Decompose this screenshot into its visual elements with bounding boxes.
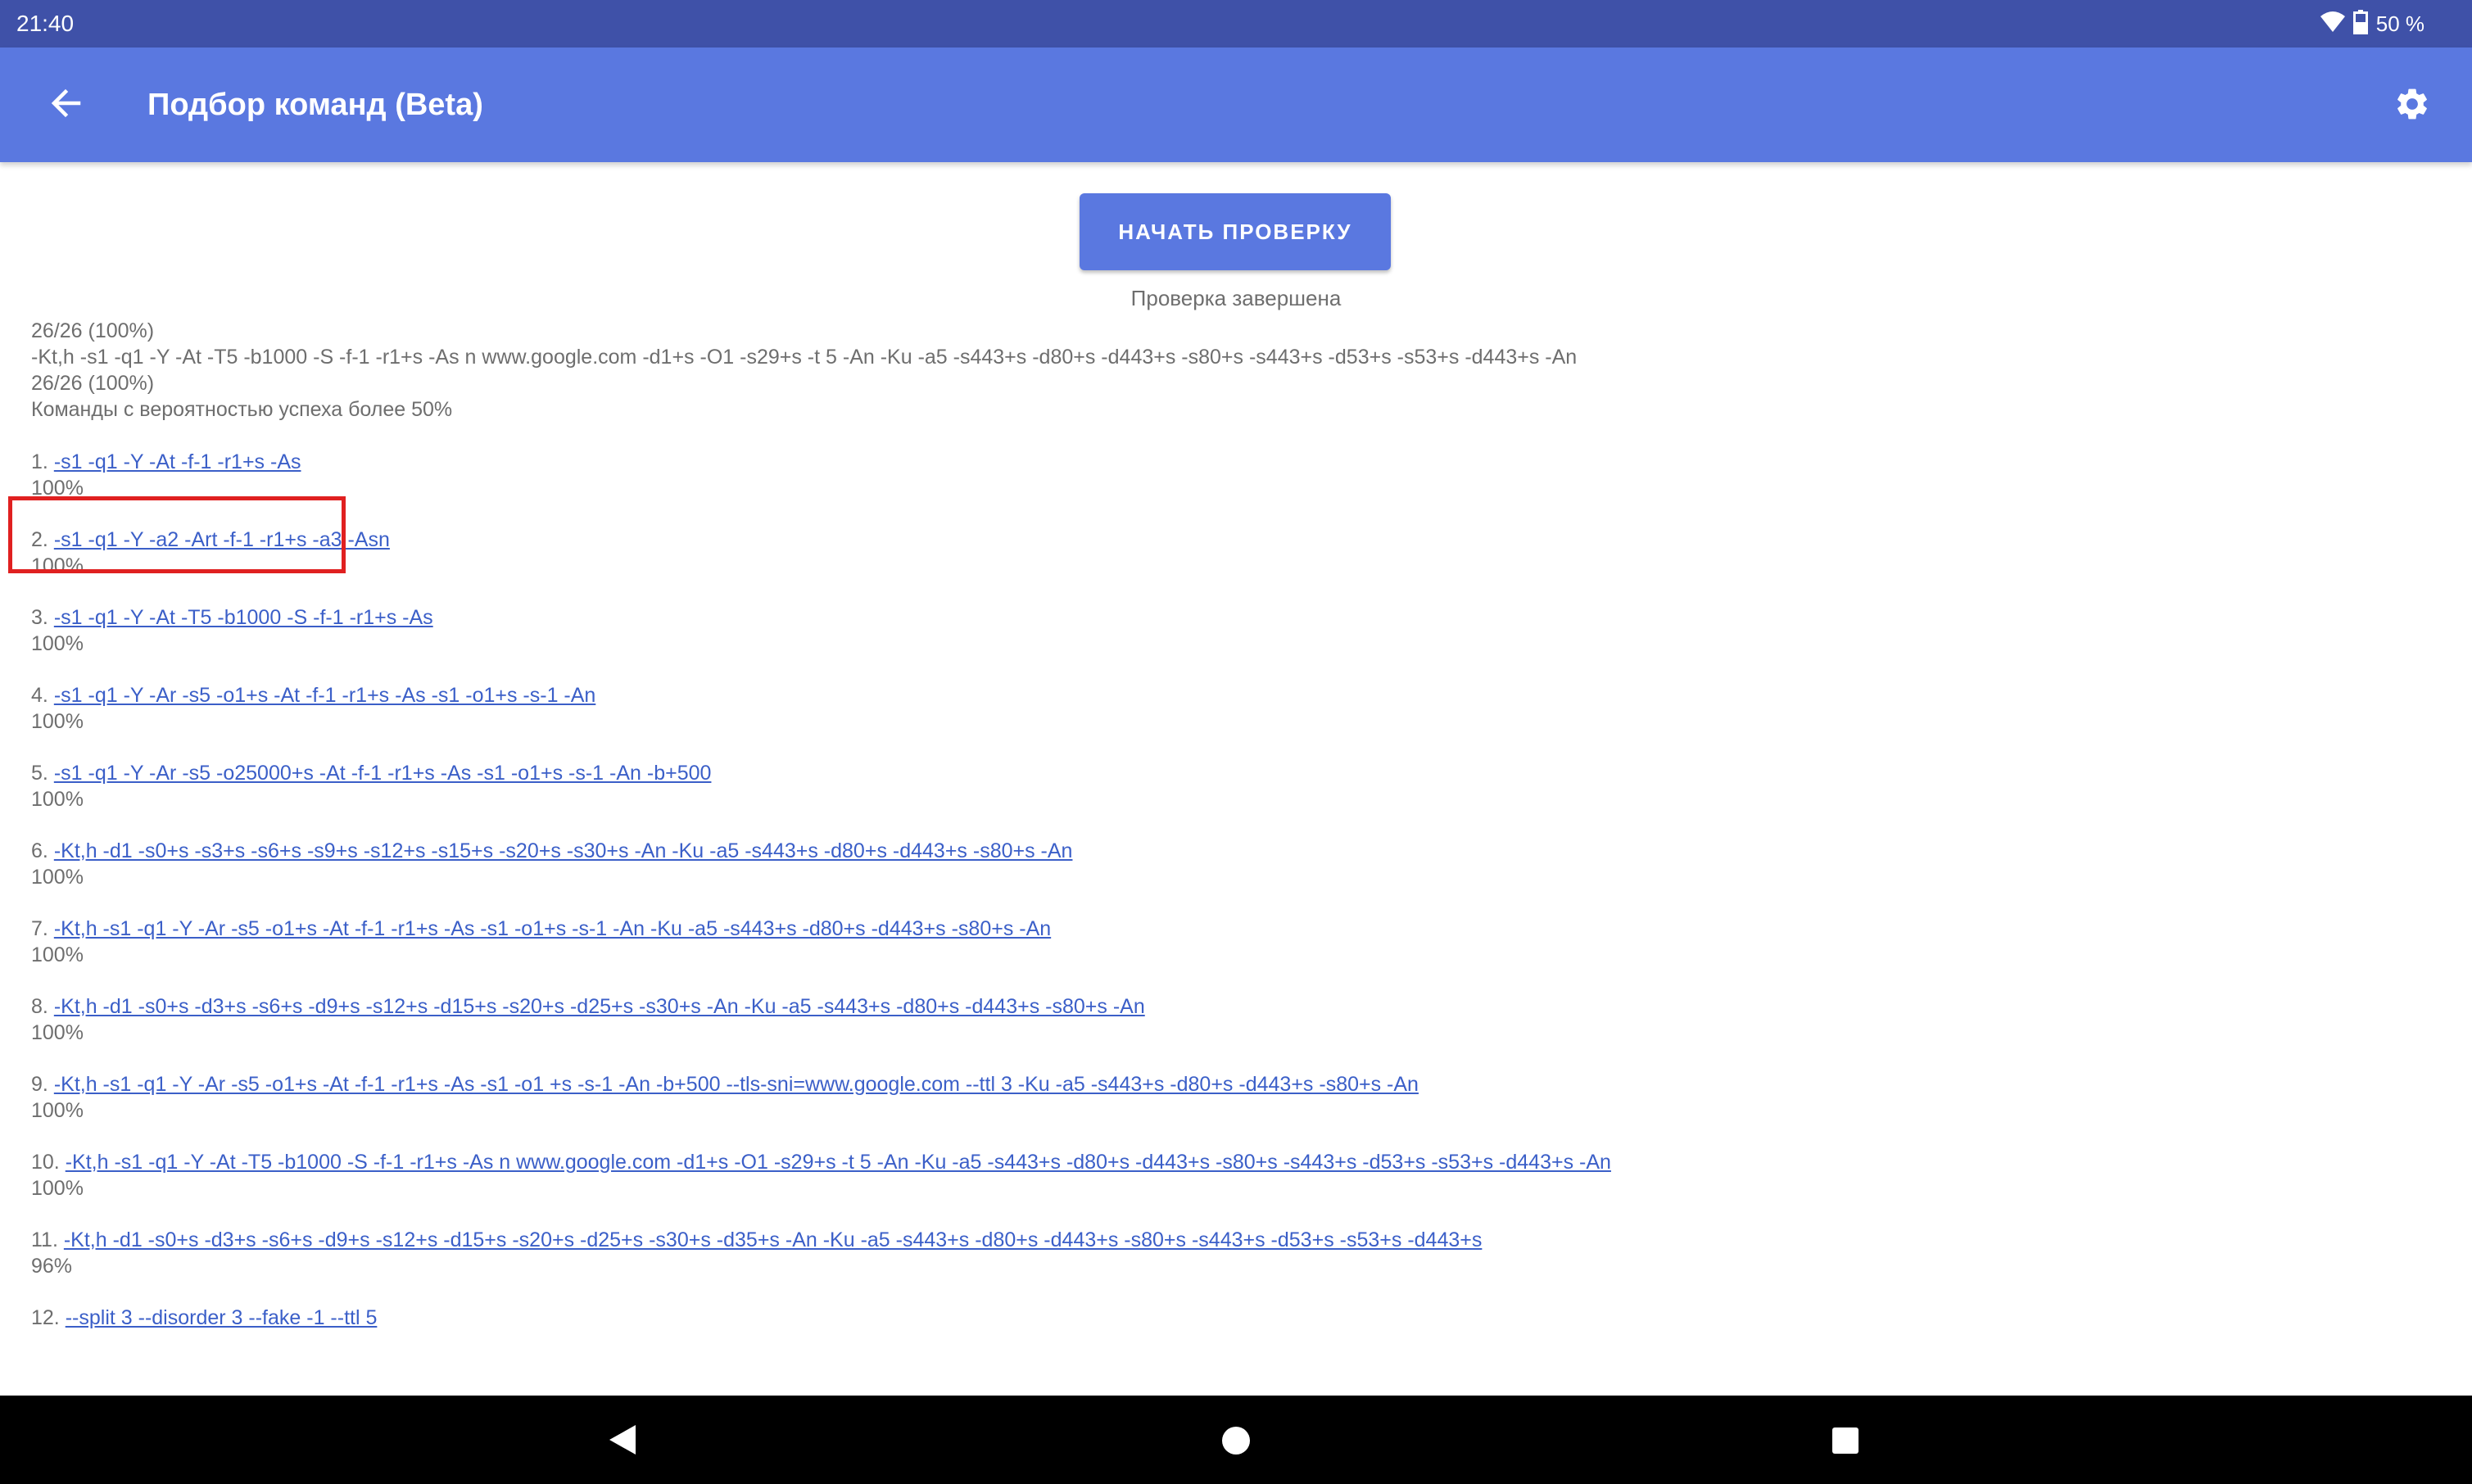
page-title: Подбор команд (Beta) [147,88,483,122]
command-line: 4. -s1 -q1 -Y -Ar -s5 -o1+s -At -f-1 -r1… [31,682,2439,708]
command-list-item: 12. --split 3 --disorder 3 --fake -1 --t… [31,1305,2439,1331]
wifi-icon [2320,11,2345,36]
command-line: 3. -s1 -q1 -Y -At -T5 -b1000 -S -f-1 -r1… [31,604,2439,631]
command-line: 11. -Kt,h -d1 -s0+s -d3+s -s6+s -d9+s -s… [31,1227,2439,1253]
command-list-item: 9. -Kt,h -s1 -q1 -Y -Ar -s5 -o1+s -At -f… [31,1071,2439,1124]
command-number: 5. [31,762,48,785]
command-link[interactable]: -s1 -q1 -Y -Ar -s5 -o1+s -At -f-1 -r1+s … [54,684,596,707]
command-number: 9. [31,1073,48,1096]
command-number: 4. [31,684,48,707]
command-link[interactable]: -s1 -q1 -Y -At -T5 -b1000 -S -f-1 -r1+s … [54,606,433,629]
command-line: 2. -s1 -q1 -Y -a2 -Art -f-1 -r1+s -a3 -A… [31,527,2439,553]
command-link[interactable]: -s1 -q1 -Y -At -f-1 -r1+s -As [54,450,301,473]
command-line: 7. -Kt,h -s1 -q1 -Y -Ar -s5 -o1+s -At -f… [31,916,2439,942]
command-number: 8. [31,995,48,1018]
navigation-bar [0,1396,2472,1484]
status-icons: 50 % [2320,8,2424,39]
command-line: 8. -Kt,h -d1 -s0+s -d3+s -s6+s -d9+s -s1… [31,993,2439,1020]
best-command-text: -Kt,h -s1 -q1 -Y -At -T5 -b1000 -S -f-1 … [31,346,1578,369]
command-link[interactable]: -s1 -q1 -Y -Ar -s5 -o25000+s -At -f-1 -r… [54,762,712,785]
results-subtitle: Команды с вероятностью успеха более 50% [31,398,453,421]
status-bar: 21:40 50 % [0,0,2472,48]
app-bar: Подбор команд (Beta) [0,48,2472,162]
best-command-progress: 26/26 (100%) [31,372,155,395]
command-number: 10. [31,1151,60,1174]
overall-progress: 26/26 (100%) [31,319,155,342]
command-success-rate: 100% [31,1099,84,1122]
command-list: 1. -s1 -q1 -Y -At -f-1 -r1+s -As 100% 2. -… [31,449,2439,1331]
command-list-item: 10. -Kt,h -s1 -q1 -Y -At -T5 -b1000 -S -… [31,1149,2439,1201]
battery-percentage: 50 % [2375,11,2424,36]
check-status-text: Проверка завершена [1130,286,1342,310]
command-list-item: 3. -s1 -q1 -Y -At -T5 -b1000 -S -f-1 -r1… [31,604,2439,657]
command-success-rate: 100% [31,554,84,577]
highlight-box [8,496,346,573]
command-line: 6. -Kt,h -d1 -s0+s -s3+s -s6+s -s9+s -s1… [31,838,2439,864]
command-success-rate: 100% [31,710,84,733]
nav-home-icon[interactable] [1222,1427,1250,1455]
command-link[interactable]: -Kt,h -d1 -s0+s -d3+s -s6+s -d9+s -s12+s… [64,1228,1483,1251]
battery-icon [2352,10,2368,38]
gear-icon [2393,85,2431,126]
command-success-rate: 100% [31,632,84,655]
command-number: 12. [31,1306,60,1329]
command-line: 12. --split 3 --disorder 3 --fake -1 --t… [31,1305,2439,1331]
settings-button[interactable] [2390,84,2434,128]
command-link[interactable]: -Kt,h -s1 -q1 -Y -At -T5 -b1000 -S -f-1 … [66,1151,1611,1174]
command-success-rate: 100% [31,788,84,811]
command-number: 1. [31,450,48,473]
nav-recents-icon[interactable] [1832,1427,1859,1454]
command-list-item: 7. -Kt,h -s1 -q1 -Y -Ar -s5 -o1+s -At -f… [31,916,2439,968]
command-number: 11. [31,1228,58,1251]
command-line: 1. -s1 -q1 -Y -At -f-1 -r1+s -As [31,449,2439,475]
command-link[interactable]: -Kt,h -d1 -s0+s -s3+s -s6+s -s9+s -s12+s… [54,839,1073,862]
command-list-item: 4. -s1 -q1 -Y -Ar -s5 -o1+s -At -f-1 -r1… [31,682,2439,735]
command-link[interactable]: -Kt,h -s1 -q1 -Y -Ar -s5 -o1+s -At -f-1 … [54,917,1051,940]
back-arrow-icon [49,87,82,123]
back-button[interactable] [44,84,87,126]
start-check-button[interactable]: НАЧАТЬ ПРОВЕРКУ [1080,193,1391,270]
command-line: 5. -s1 -q1 -Y -Ar -s5 -o25000+s -At -f-1… [31,760,2439,786]
command-line: 10. -Kt,h -s1 -q1 -Y -At -T5 -b1000 -S -… [31,1149,2439,1175]
command-success-rate: 100% [31,1021,84,1044]
command-success-rate: 96% [31,1255,73,1278]
status-time: 21:40 [16,11,75,36]
command-number: 3. [31,606,48,629]
command-number: 7. [31,917,48,940]
results-content[interactable]: 26/26 (100%) -Kt,h -s1 -q1 -Y -At -T5 -b… [31,318,2439,1363]
command-list-item: 6. -Kt,h -d1 -s0+s -s3+s -s6+s -s9+s -s1… [31,838,2439,890]
command-list-item: 5. -s1 -q1 -Y -Ar -s5 -o25000+s -At -f-1… [31,760,2439,812]
command-success-rate: 100% [31,866,84,889]
command-number: 6. [31,839,48,862]
command-link[interactable]: --split 3 --disorder 3 --fake -1 --ttl 5 [66,1306,378,1329]
command-link[interactable]: -Kt,h -s1 -q1 -Y -Ar -s5 -o1+s -At -f-1 … [54,1073,1419,1096]
command-link[interactable]: -Kt,h -d1 -s0+s -d3+s -s6+s -d9+s -s12+s… [54,995,1145,1018]
command-success-rate: 100% [31,943,84,966]
command-list-item: 2. -s1 -q1 -Y -a2 -Art -f-1 -r1+s -a3 -A… [31,527,2439,579]
command-success-rate: 100% [31,1177,84,1200]
command-list-item: 8. -Kt,h -d1 -s0+s -d3+s -s6+s -d9+s -s1… [31,993,2439,1046]
best-command-summary: -Kt,h -s1 -q1 -Y -At -T5 -b1000 -S -f-1 … [31,344,2439,396]
command-line: 9. -Kt,h -s1 -q1 -Y -Ar -s5 -o1+s -At -f… [31,1071,2439,1097]
command-list-item: 1. -s1 -q1 -Y -At -f-1 -r1+s -As 100% [31,449,2439,501]
command-success-rate: 100% [31,477,84,500]
command-list-item: 11. -Kt,h -d1 -s0+s -d3+s -s6+s -d9+s -s… [31,1227,2439,1279]
nav-back-icon[interactable] [609,1425,636,1455]
